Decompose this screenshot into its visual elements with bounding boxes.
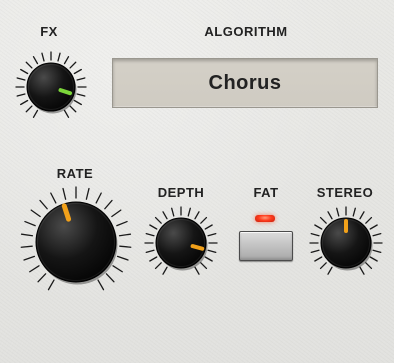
depth-knob-tick bbox=[200, 262, 208, 270]
rate-knob-icon bbox=[20, 186, 132, 291]
stereo-knob-tick bbox=[372, 249, 382, 253]
rate-knob-tick bbox=[104, 199, 113, 210]
fat-led-indicator bbox=[255, 215, 275, 222]
fx-knob-tick bbox=[76, 77, 86, 81]
rate-knob-tick bbox=[111, 209, 122, 218]
stereo-knob[interactable] bbox=[308, 204, 384, 280]
rate-knob-tick bbox=[62, 187, 67, 200]
rate-knob-tick bbox=[116, 255, 129, 261]
rate-knob-tick bbox=[20, 245, 33, 248]
stereo-knob-tick bbox=[319, 216, 327, 224]
rate-knob-tick bbox=[85, 187, 90, 200]
rate-knob[interactable] bbox=[20, 184, 132, 296]
depth-knob-tick bbox=[149, 256, 158, 262]
rate-knob-tick bbox=[47, 279, 55, 291]
depth-knob-tick bbox=[207, 233, 217, 237]
depth-knob-tick bbox=[154, 216, 162, 224]
depth-knob-body bbox=[155, 217, 207, 269]
rate-knob-tick bbox=[119, 245, 132, 248]
stereo-knob-tick bbox=[365, 216, 373, 224]
depth-knob-tick bbox=[194, 266, 200, 275]
rate-knob-tick bbox=[37, 273, 47, 283]
depth-knob-tick bbox=[204, 224, 213, 230]
fx-label: FX bbox=[40, 24, 58, 39]
depth-knob-tick bbox=[171, 207, 175, 217]
depth-label: DEPTH bbox=[157, 185, 205, 200]
fx-knob[interactable] bbox=[14, 50, 88, 124]
stereo-knob-tick bbox=[327, 266, 333, 275]
stereo-knob-tick bbox=[336, 207, 340, 217]
depth-knob-tick bbox=[187, 207, 191, 217]
fat-button[interactable] bbox=[239, 231, 293, 261]
fx-knob-body bbox=[26, 62, 76, 112]
algorithm-value: Chorus bbox=[208, 71, 282, 94]
fx-knob-tick bbox=[25, 105, 33, 113]
depth-knob-tick bbox=[204, 256, 213, 262]
stereo-knob-tick bbox=[369, 256, 378, 262]
depth-knob-tick bbox=[154, 262, 162, 270]
stereo-knob-icon bbox=[309, 206, 383, 275]
stereo-knob-tick bbox=[314, 256, 323, 262]
stereo-knob-tick bbox=[365, 262, 373, 270]
depth-knob-tick bbox=[200, 216, 208, 224]
fx-knob-tick bbox=[25, 61, 33, 69]
fx-knob-tick bbox=[76, 93, 86, 97]
rate-knob-tick bbox=[29, 265, 40, 273]
depth-knob-tick bbox=[162, 211, 168, 220]
rate-label: RATE bbox=[56, 166, 94, 181]
rate-knob-body bbox=[35, 201, 117, 283]
rate-knob-tick bbox=[23, 255, 36, 261]
rate-knob-tick bbox=[105, 273, 115, 283]
stereo-label: STEREO bbox=[316, 185, 374, 200]
fx-knob-tick bbox=[20, 99, 29, 106]
fx-knob-tick bbox=[57, 52, 61, 62]
fx-knob-tick bbox=[73, 99, 82, 106]
stereo-knob-tick bbox=[314, 224, 323, 230]
rate-knob-tick bbox=[39, 199, 48, 210]
fx-knob-tick bbox=[63, 56, 70, 65]
stereo-knob-tick bbox=[319, 262, 327, 270]
fx-knob-tick bbox=[69, 105, 77, 113]
depth-knob-icon bbox=[144, 206, 218, 275]
fx-knob-tick bbox=[69, 61, 77, 69]
depth-knob-tick bbox=[145, 249, 155, 253]
depth-knob-tick bbox=[149, 224, 158, 230]
depth-knob-indicator bbox=[190, 244, 205, 251]
rate-knob-tick bbox=[112, 265, 123, 273]
rate-knob-tick bbox=[116, 220, 128, 227]
stereo-knob-tick bbox=[359, 211, 365, 220]
stereo-knob-tick bbox=[359, 266, 365, 275]
rate-knob-tick bbox=[95, 192, 102, 204]
rate-knob-tick bbox=[24, 220, 36, 227]
stereo-knob-tick bbox=[310, 249, 320, 253]
stereo-knob-tick bbox=[327, 211, 333, 220]
fat-label: FAT bbox=[253, 185, 279, 200]
fx-knob-tick bbox=[63, 109, 70, 118]
fx-knob-tick bbox=[16, 93, 26, 97]
fx-knob-icon bbox=[15, 51, 87, 118]
fx-knob-tick bbox=[20, 68, 29, 75]
fx-knob-tick bbox=[32, 56, 39, 65]
rate-knob-tick bbox=[30, 209, 41, 218]
rate-knob-tick bbox=[97, 279, 105, 291]
rate-knob-tick bbox=[50, 192, 57, 204]
fx-knob-tick bbox=[16, 77, 26, 81]
rate-knob-tick bbox=[20, 233, 34, 237]
algorithm-label: ALGORITHM bbox=[204, 24, 288, 39]
fx-knob-tick bbox=[41, 52, 45, 62]
stereo-knob-tick bbox=[352, 207, 356, 217]
stereo-knob-tick bbox=[372, 233, 382, 237]
depth-knob-tick bbox=[194, 211, 200, 220]
depth-knob[interactable] bbox=[144, 204, 220, 280]
fx-knob-tick bbox=[32, 109, 39, 118]
algorithm-display[interactable]: Chorus bbox=[112, 58, 378, 108]
stereo-knob-tick bbox=[310, 233, 320, 237]
depth-knob-tick bbox=[162, 266, 168, 275]
chorus-effect-panel: FX ALGORITHM RATE DEPTH FAT STEREO Choru… bbox=[0, 0, 394, 363]
fx-knob-tick bbox=[73, 68, 82, 75]
rate-knob-tick bbox=[118, 233, 132, 237]
depth-knob-tick bbox=[145, 233, 155, 237]
depth-knob-tick bbox=[207, 249, 217, 253]
stereo-knob-tick bbox=[369, 224, 378, 230]
